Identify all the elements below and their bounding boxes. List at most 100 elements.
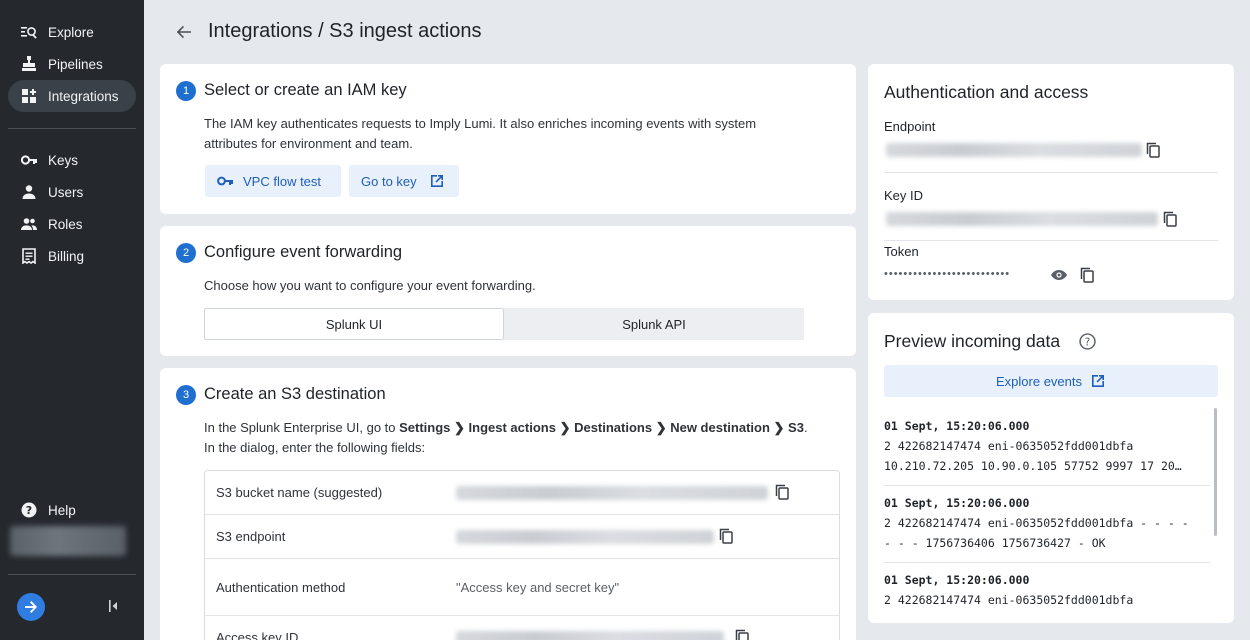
- sidebar-item-label: Help: [48, 502, 76, 518]
- instruction-prefix: In the Splunk Enterprise UI, go to: [204, 420, 400, 435]
- event-item[interactable]: 01 Sept, 15:20:06.000 2 422682147474 eni…: [884, 416, 1210, 476]
- field-label: Authentication method: [216, 580, 346, 595]
- external-link-icon: [1092, 375, 1104, 387]
- field-label: S3 bucket name (suggested): [216, 485, 383, 500]
- path-separator: ❯: [652, 420, 671, 435]
- tab-splunk-ui[interactable]: Splunk UI: [204, 308, 504, 340]
- sidebar-item-label: Pipelines: [48, 56, 103, 72]
- table-row: S3 bucket name (suggested): [205, 471, 839, 515]
- user-icon: [20, 183, 38, 201]
- sidebar-item-integrations[interactable]: Integrations: [8, 80, 136, 112]
- external-link-icon: [430, 175, 443, 187]
- divider: [884, 172, 1218, 173]
- go-to-key-label: Go to key: [361, 173, 417, 189]
- go-to-key-button[interactable]: Go to key: [349, 165, 459, 197]
- path-destinations: Destinations: [574, 420, 653, 435]
- field-label: S3 endpoint: [216, 529, 286, 544]
- event-item[interactable]: 01 Sept, 15:20:06.000 2 422682147474 eni…: [884, 570, 1210, 610]
- step2-title: Configure event forwarding: [204, 243, 403, 261]
- endpoint-label: Endpoint: [884, 119, 936, 134]
- path-separator: ❯: [555, 420, 575, 435]
- sidebar-item-roles[interactable]: Roles: [8, 208, 136, 240]
- sidebar-item-label: Integrations: [48, 88, 119, 104]
- sidebar-item-label: Users: [48, 184, 84, 200]
- key-icon: [20, 151, 38, 169]
- sidebar-item-label: Keys: [48, 152, 79, 168]
- preview-title: Preview incoming data: [884, 331, 1061, 351]
- copy-icon[interactable]: [1145, 142, 1161, 158]
- event-timestamp: 01 Sept, 15:20:06.000: [884, 573, 1030, 587]
- endpoint-value-redacted: [886, 143, 1142, 157]
- sidebar-item-users[interactable]: Users: [8, 176, 136, 208]
- event-line: - - - 1756736406 1756736427 - OK: [884, 536, 1106, 550]
- copy-icon[interactable]: [1079, 267, 1095, 283]
- explore-events-label: Explore events: [996, 373, 1082, 389]
- step-number-badge: 1: [176, 81, 196, 101]
- token-masked-value: ••••••••••••••••••••••••••: [884, 268, 1011, 280]
- table-row: S3 endpoint: [205, 515, 839, 559]
- billing-icon: [20, 247, 38, 265]
- path-separator: ❯: [769, 420, 789, 435]
- event-item[interactable]: 01 Sept, 15:20:06.000 2 422682147474 eni…: [884, 493, 1210, 553]
- period: .: [803, 420, 808, 435]
- iam-key-button[interactable]: VPC flow test: [205, 165, 341, 197]
- explore-events-button[interactable]: Explore events: [884, 365, 1218, 397]
- path-new-destination: New destination: [670, 420, 770, 435]
- sidebar-item-explore[interactable]: Explore: [8, 16, 136, 48]
- scrollbar[interactable]: [1214, 408, 1217, 536]
- sidebar-divider: [8, 128, 136, 129]
- event-line: 2 422682147474 eni-0635052fdd001dbfa: [884, 593, 1134, 607]
- sidebar-item-label: Billing: [48, 248, 85, 264]
- step-number-badge: 2: [176, 243, 196, 263]
- sidebar: Explore Pipelines Integrations Keys User…: [0, 0, 144, 640]
- event-timestamp: 01 Sept, 15:20:06.000: [884, 496, 1030, 510]
- divider: [884, 485, 1210, 486]
- step3-title: Create an S3 destination: [204, 385, 386, 403]
- eye-icon[interactable]: [1050, 267, 1068, 283]
- sidebar-item-billing[interactable]: Billing: [8, 240, 136, 272]
- explore-icon: [20, 23, 38, 41]
- sidebar-item-help[interactable]: ? Help: [8, 494, 136, 526]
- path-s3: S3: [788, 420, 804, 435]
- sidebar-divider: [8, 574, 136, 575]
- path-ingest-actions: Ingest actions: [468, 420, 556, 435]
- step1-title: Select or create an IAM key: [204, 81, 407, 99]
- divider: [884, 240, 1218, 241]
- table-row: Authentication method "Access key and se…: [205, 559, 839, 616]
- svg-text:?: ?: [1085, 336, 1091, 349]
- field-label: Access key ID: [216, 630, 299, 640]
- token-label: Token: [884, 244, 919, 259]
- collapse-sidebar-icon[interactable]: [106, 599, 120, 613]
- avatar[interactable]: [10, 526, 126, 556]
- step1-description: The IAM key authenticates requests to Im…: [204, 116, 757, 151]
- event-line: 2 422682147474 eni-0635052fdd001dbfa: [884, 439, 1134, 453]
- sidebar-item-pipelines[interactable]: Pipelines: [8, 48, 136, 80]
- copy-icon[interactable]: [734, 629, 750, 640]
- iam-key-button-label: VPC flow test: [243, 173, 322, 189]
- event-line: 2 422682147474 eni-0635052fdd001dbfa - -…: [884, 516, 1189, 530]
- sidebar-item-label: Explore: [48, 24, 94, 40]
- tab-splunk-api[interactable]: Splunk API: [504, 308, 804, 340]
- field-value-redacted: [456, 486, 768, 500]
- copy-icon[interactable]: [774, 484, 790, 500]
- step3-instructions-line2: In the dialog, enter the following field…: [204, 440, 426, 455]
- back-arrow-icon[interactable]: [174, 22, 194, 42]
- step3-instructions: In the Splunk Enterprise UI, go to Setti…: [204, 418, 844, 438]
- table-row: Access key ID: [205, 616, 839, 640]
- svg-text:?: ?: [26, 504, 32, 517]
- page-title: Integrations / S3 ingest actions: [208, 20, 482, 42]
- help-icon: ?: [20, 501, 38, 519]
- event-timestamp: 01 Sept, 15:20:06.000: [884, 419, 1030, 433]
- step-number-badge: 3: [176, 385, 196, 405]
- copy-icon[interactable]: [718, 528, 734, 544]
- path-settings: Settings: [399, 420, 451, 435]
- pipelines-icon: [20, 55, 38, 73]
- event-line: 10.210.72.205 10.90.0.105 57752 9997 17 …: [884, 459, 1182, 473]
- copy-icon[interactable]: [1162, 211, 1178, 227]
- auth-title: Authentication and access: [884, 82, 1089, 102]
- field-value-redacted: [456, 631, 724, 640]
- sidebar-item-keys[interactable]: Keys: [8, 144, 136, 176]
- help-circle-icon[interactable]: ?: [1079, 333, 1096, 350]
- integrations-icon: [20, 87, 38, 105]
- expand-arrow-button[interactable]: [17, 593, 45, 621]
